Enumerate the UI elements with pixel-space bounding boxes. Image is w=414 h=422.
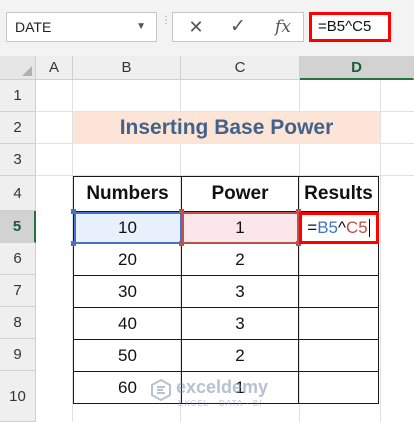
column-header-c[interactable]: C [181,56,300,80]
watermark-brand: exceldemy [176,377,269,397]
cell-b6[interactable]: 20 [73,243,182,276]
table-row: 30 3 [73,275,379,308]
row-header-5[interactable]: 5 [0,211,36,243]
cell-c5[interactable]: 1 [179,209,301,246]
range-handle-icon[interactable] [179,241,184,246]
cell-b7[interactable]: 30 [73,275,182,308]
name-box-value: DATE [15,19,52,35]
table-row: 20 2 [73,243,379,276]
cell-c6[interactable]: 2 [181,243,299,276]
row-header-9[interactable]: 9 [0,339,36,371]
row-header-6[interactable]: 6 [0,243,36,275]
data-table: Numbers Power Results 10 1 =B5^C5 20 2 3… [71,176,379,404]
cell-c7[interactable]: 3 [181,275,299,308]
row-header-8[interactable]: 8 [0,307,36,339]
text-cursor [368,219,370,238]
range-handle-icon[interactable] [71,209,76,214]
formula-bar: DATE ▼ ⋮ ✕ ✓ fx =B5^C5 [0,0,414,57]
name-box-dropdown-icon[interactable]: ▼ [136,13,146,41]
select-all-button[interactable] [0,56,36,80]
edit-operator: ^ [338,217,346,237]
edit-equals: = [307,217,318,237]
cell-b5[interactable]: 10 [71,209,184,246]
cell-d5-editing[interactable]: =B5^C5 [298,211,379,244]
header-results[interactable]: Results [298,176,379,212]
name-box[interactable]: DATE ▼ [6,12,157,42]
cancel-icon[interactable]: ✕ [181,13,211,41]
table-row: 40 3 [73,307,379,340]
row-header-7[interactable]: 7 [0,275,36,307]
formula-input[interactable]: =B5^C5 [309,12,391,42]
header-power[interactable]: Power [181,176,299,212]
formula-bar-grip-icon[interactable]: ⋮ [161,16,171,36]
column-header-a[interactable]: A [36,56,73,80]
cell-value: 10 [118,217,137,237]
watermark-logo: exceldemy EXCEL · DATA · BI [150,375,270,413]
sheet-title[interactable]: Inserting Base Power [73,112,380,144]
formula-buttons: ✕ ✓ fx [172,12,304,42]
exceldemy-logo-icon [151,379,171,401]
cell-b9[interactable]: 50 [73,339,182,372]
table-row: 50 2 [73,339,379,372]
worksheet-grid[interactable]: A B C D 1 2 3 4 5 6 7 8 9 10 Inserting B… [0,56,414,422]
row-header-4[interactable]: 4 [0,176,36,211]
cell-d9[interactable] [298,339,379,372]
row-header-1[interactable]: 1 [0,80,36,112]
row-header-2[interactable]: 2 [0,112,36,144]
cell-c9[interactable]: 2 [181,339,299,372]
cell-d7[interactable] [298,275,379,308]
row-header-3[interactable]: 3 [0,144,36,176]
cell-d10[interactable] [298,371,379,404]
insert-function-icon[interactable]: fx [268,13,298,41]
edit-ref-base: B5 [317,217,338,237]
enter-icon[interactable]: ✓ [223,13,253,41]
edit-ref-power: C5 [345,217,368,237]
range-handle-icon[interactable] [179,209,184,214]
cell-b8[interactable]: 40 [73,307,182,340]
gridline [380,80,381,422]
table-header-row: Numbers Power Results [73,176,379,212]
column-header-b[interactable]: B [73,56,181,80]
table-row: 10 1 =B5^C5 [71,209,379,246]
cell-d6[interactable] [298,243,379,276]
header-numbers[interactable]: Numbers [73,176,182,212]
watermark-tagline: EXCEL · DATA · BI [178,399,263,408]
range-handle-icon[interactable] [71,241,76,246]
cell-d8[interactable] [298,307,379,340]
row-header-10[interactable]: 10 [0,371,36,422]
cell-value: 1 [235,217,245,237]
cell-c8[interactable]: 3 [181,307,299,340]
column-header-d[interactable]: D [300,56,414,80]
